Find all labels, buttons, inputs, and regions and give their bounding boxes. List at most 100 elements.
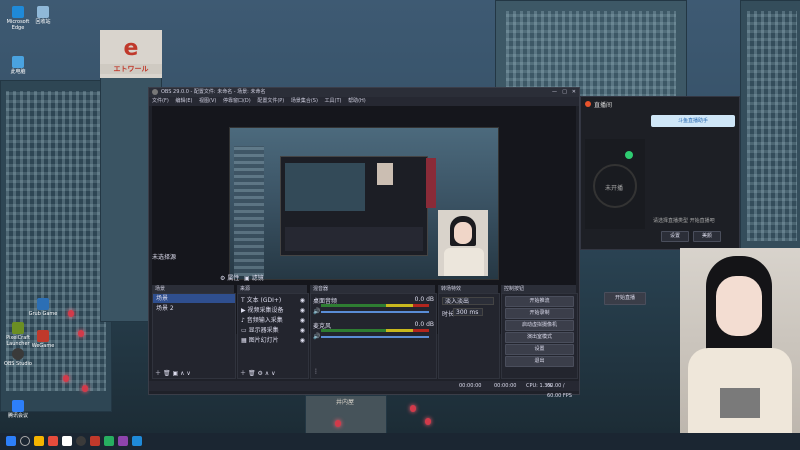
app-taskbar-icon[interactable]: [48, 436, 58, 446]
scenes-panel: 场景 场景 2 ＋ 🗑 ▣ ∧ ∨: [152, 293, 236, 379]
gear-icon: ⚙: [220, 275, 226, 282]
nested-panels: [285, 227, 423, 251]
trash-icon[interactable]: 🗑: [248, 370, 256, 377]
minimize-icon[interactable]: —: [552, 88, 557, 97]
add-icon[interactable]: ＋: [240, 370, 246, 377]
search-icon[interactable]: [20, 436, 30, 446]
transition-select[interactable]: 淡入淡出: [442, 297, 494, 305]
app-taskbar-icon[interactable]: [132, 436, 142, 446]
obs-taskbar-icon[interactable]: [76, 436, 86, 446]
start-recording-button[interactable]: 开始录制: [505, 308, 574, 319]
mixer-header: 混音器: [310, 285, 435, 293]
mixer-menu-icon[interactable]: ⋮: [313, 368, 319, 375]
eye-icon[interactable]: ◉: [300, 326, 305, 335]
eye-icon[interactable]: ◉: [300, 306, 305, 315]
virtual-camera-button[interactable]: 启动虚拟摄像机: [505, 320, 574, 331]
menu-tools[interactable]: 工具(T): [325, 97, 342, 106]
add-icon[interactable]: ＋: [155, 370, 161, 377]
obs-icon: [12, 348, 24, 360]
volume-slider[interactable]: [321, 311, 429, 313]
chevron-down-icon[interactable]: ∨: [271, 370, 275, 377]
duration-input[interactable]: 300 ms: [453, 308, 483, 316]
menu-file[interactable]: 文件(F): [152, 97, 169, 106]
no-source-label: 未选择源: [152, 254, 177, 261]
app-taskbar-icon[interactable]: [90, 436, 100, 446]
rec-time: 00:00:00: [494, 383, 517, 389]
chevron-up-icon[interactable]: ∧: [180, 370, 184, 377]
scene-item-selected[interactable]: 场景: [153, 294, 235, 303]
speaker-icon[interactable]: 🔊: [313, 333, 320, 340]
promo-banner[interactable]: 斗鱼直播助手: [651, 115, 735, 127]
file-explorer-icon[interactable]: [34, 436, 44, 446]
lantern: [82, 385, 88, 392]
mixer-panel: 桌面音频 0.0 dB 🔊 麦克风 0.0 dB 🔊 ⋮: [310, 293, 437, 379]
menu-edit[interactable]: 编辑(E): [175, 97, 192, 106]
app-taskbar-icon[interactable]: [62, 436, 72, 446]
window-title: OBS 29.0.0 - 配置文件: 未命名 - 场景: 未命名: [161, 89, 266, 95]
mixer-track-db: 0.0 dB: [414, 321, 434, 328]
lower-sign: 井内屋: [335, 399, 354, 406]
chevron-up-icon[interactable]: ∧: [265, 370, 269, 377]
settings-button[interactable]: 设置: [661, 231, 689, 242]
source-toolbar: ＋ 🗑 ⚙ ∧ ∨: [240, 368, 276, 377]
filters-button[interactable]: ▣ 滤镜: [244, 273, 264, 282]
source-item[interactable]: ♪ 音频输入采集 ◉: [241, 316, 305, 325]
volume-slider[interactable]: [321, 336, 429, 338]
maximize-icon[interactable]: □: [562, 88, 567, 97]
speaker-icon[interactable]: 🔊: [313, 308, 320, 315]
source-item[interactable]: T 文本 (GDI+) ◉: [241, 296, 305, 305]
desktop-icon[interactable]: Grub Game: [28, 298, 58, 317]
source-item[interactable]: ▶ 视频采集设备 ◉: [241, 306, 305, 315]
scene-item[interactable]: 场景 2: [153, 304, 235, 313]
menu-scene-collection[interactable]: 场景集合(S): [291, 97, 318, 106]
chevron-down-icon[interactable]: ∨: [186, 370, 190, 377]
settings-button[interactable]: 设置: [505, 344, 574, 355]
app-taskbar-icon[interactable]: [104, 436, 114, 446]
desktop-icon[interactable]: PixelCraft Launcher: [3, 322, 33, 347]
controls-header: 控制按钮: [501, 285, 576, 293]
lantern: [425, 418, 431, 425]
gear-icon[interactable]: ⚙: [257, 370, 262, 377]
beauty-button[interactable]: 美颜: [693, 231, 721, 242]
start-icon[interactable]: [6, 436, 16, 446]
lantern: [410, 405, 416, 412]
status-bar: 00:00:00 00:00:00 CPU: 1.3% 60.00 / 60.0…: [149, 381, 579, 399]
nested-preview: [285, 163, 365, 211]
source-item[interactable]: ▦ 图片幻灯片 ◉: [241, 336, 305, 345]
eye-icon[interactable]: ◉: [300, 316, 305, 325]
exit-button[interactable]: 退出: [505, 356, 574, 367]
obs-window: OBS 29.0.0 - 配置文件: 未命名 - 场景: 未命名 — □ ✕ 文…: [148, 87, 580, 399]
app-icon: [12, 322, 24, 334]
fps-readout: 60.00 / 60.00 FPS: [547, 383, 572, 399]
transitions-header: 转场特效: [438, 285, 498, 293]
eye-icon[interactable]: ◉: [300, 296, 305, 305]
desktop-icon[interactable]: 腾讯会议: [3, 400, 33, 419]
volume-meter: [321, 304, 429, 307]
trash-icon[interactable]: 🗑: [163, 370, 171, 377]
scene-toolbar: ＋ 🗑 ▣ ∧ ∨: [155, 368, 191, 377]
nested-webcam: [377, 163, 393, 185]
online-dot: [625, 151, 633, 159]
image-icon: ▦: [241, 337, 247, 344]
source-item[interactable]: ▭ 显示器采集 ◉: [241, 326, 305, 335]
menu-help[interactable]: 帮助(H): [348, 97, 366, 106]
start-live-button[interactable]: 开始直播: [604, 292, 646, 305]
eye-icon[interactable]: ◉: [300, 336, 305, 345]
start-streaming-button[interactable]: 开始推流: [505, 296, 574, 307]
desktop-icon[interactable]: 此电脑: [3, 56, 33, 75]
properties-button[interactable]: ⚙ 属性: [220, 273, 239, 282]
sources-panel: T 文本 (GDI+) ◉ ▶ 视频采集设备 ◉ ♪ 音频输入采集 ◉ ▭ 显示器采集…: [237, 293, 309, 379]
source-bar: 未选择源: [152, 252, 322, 261]
app-taskbar-icon[interactable]: [118, 436, 128, 446]
app-icon: [12, 56, 24, 68]
menu-docks[interactable]: 停靠窗口(D): [223, 97, 251, 106]
app-title: 直播间: [594, 102, 613, 109]
menu-profile[interactable]: 配置文件(P): [257, 97, 284, 106]
close-icon[interactable]: ✕: [572, 88, 576, 97]
menu-view[interactable]: 视图(V): [199, 97, 216, 106]
studio-mode-button[interactable]: 演出室模式: [505, 332, 574, 343]
live-time: 00:00:00: [459, 383, 482, 389]
desktop-icon[interactable]: 回收站: [28, 6, 58, 25]
desktop-icon[interactable]: OBS Studio: [3, 348, 33, 367]
filter-icon[interactable]: ▣: [172, 370, 178, 377]
